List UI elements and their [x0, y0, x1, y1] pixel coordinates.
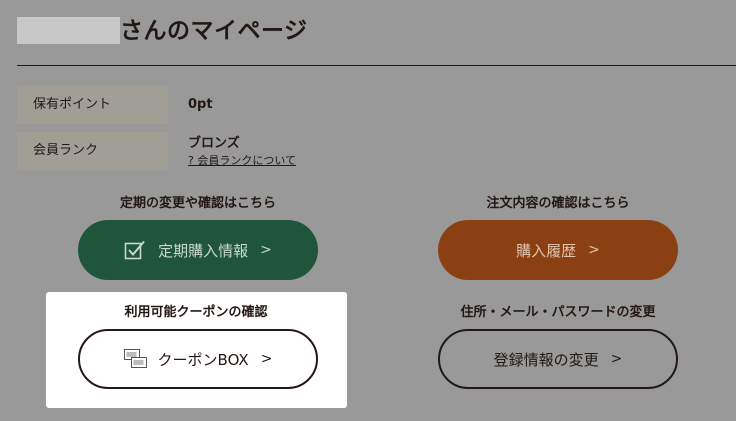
chevron-right-icon: >: [260, 242, 272, 258]
coupon-box-button[interactable]: クーポンBOX >: [78, 329, 318, 389]
coupon-heading: 利用可能クーポンの確認: [124, 305, 268, 320]
subscription-heading: 定期の変更や確認はこちら: [119, 196, 276, 211]
points-label: 保有ポイント: [17, 86, 168, 124]
chevron-right-icon: >: [610, 351, 623, 367]
orders-button-label: 購入履歴: [516, 241, 577, 260]
checkbox-icon: [124, 240, 145, 260]
coupon-button-label: クーポンBOX: [157, 350, 249, 369]
points-value: 0pt: [188, 97, 213, 112]
account-button-label: 登録情報の変更: [493, 350, 599, 369]
edit-registration-button[interactable]: 登録情報の変更 >: [438, 329, 678, 389]
chevron-right-icon: >: [260, 351, 273, 367]
title-divider: [17, 65, 736, 66]
rank-label: 会員ランク: [17, 132, 168, 170]
user-name-redacted: [17, 17, 120, 44]
orders-heading: 注文内容の確認はこちら: [486, 196, 630, 211]
subscription-info-button[interactable]: 定期購入情報 >: [78, 220, 318, 280]
purchase-history-button[interactable]: 購入履歴 >: [438, 220, 678, 280]
rank-value: ブロンズ: [188, 136, 240, 151]
account-heading: 住所・メール・パスワードの変更: [460, 305, 656, 320]
coupon-ticket-icon: [123, 349, 147, 368]
page-title: さんのマイページ: [120, 18, 308, 44]
chevron-right-icon: >: [588, 242, 600, 258]
rank-info-link[interactable]: ? 会員ランクについて: [188, 152, 296, 168]
subscription-button-label: 定期購入情報: [158, 241, 249, 260]
